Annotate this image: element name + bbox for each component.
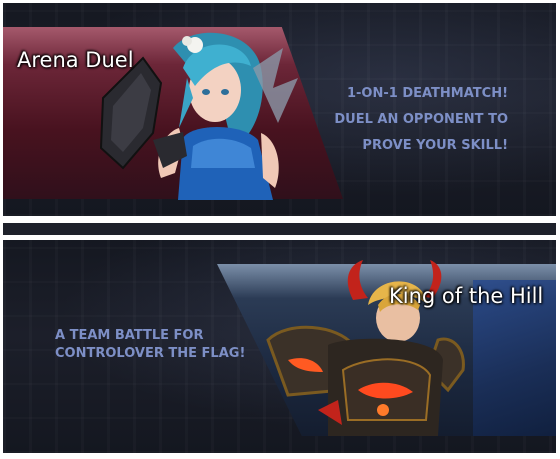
arena-duel-line-1: 1-ON-1 DEATHMATCH!	[346, 86, 508, 101]
king-of-the-hill-title: King of the Hill	[389, 284, 544, 308]
arena-duel-card[interactable]: Arena Duel 1-ON-1 DEATHMATCH! DUEL AN OP…	[3, 3, 556, 216]
panel-divider	[3, 223, 556, 235]
king-of-the-hill-description: A TEAM BATTLE FOR CONTROLOVER THE FLAG!	[55, 327, 245, 363]
arena-duel-line-2: DUEL AN OPPONENT TO	[334, 112, 508, 127]
arena-duel-line-3: PROVE YOUR SKILL!	[362, 138, 508, 153]
king-of-the-hill-line-1: A TEAM BATTLE FOR	[55, 328, 204, 343]
king-of-the-hill-line-2: CONTROLOVER THE FLAG!	[55, 346, 246, 361]
king-of-the-hill-card[interactable]: King of the Hill A TEAM BATTLE FOR CONTR…	[3, 240, 556, 453]
arena-duel-title: Arena Duel	[17, 48, 134, 72]
arena-duel-description: 1-ON-1 DEATHMATCH! DUEL AN OPPONENT TO P…	[334, 81, 508, 159]
